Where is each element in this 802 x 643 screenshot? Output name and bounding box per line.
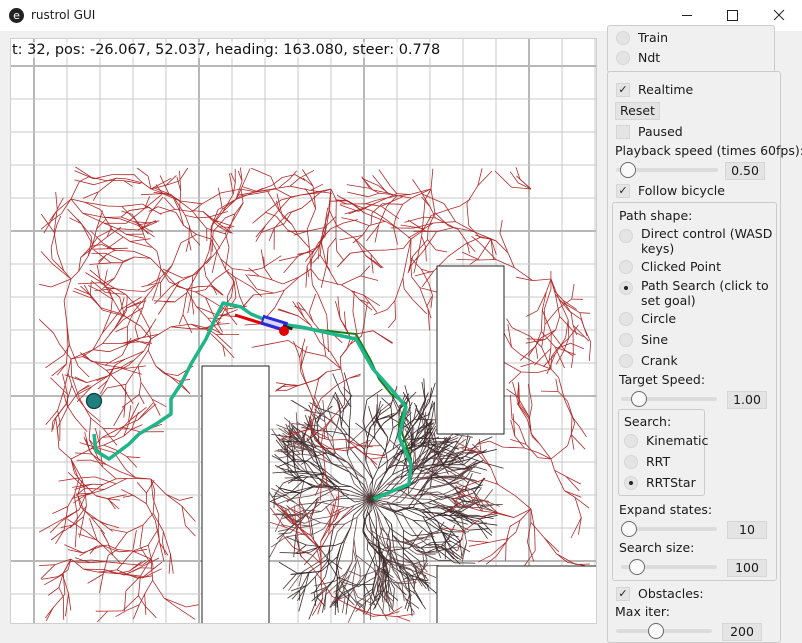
path-option-label: Circle [641,311,676,326]
max-iter-value[interactable]: 200 [722,623,762,641]
slider-thumb[interactable] [621,521,637,537]
path-option-label: Path Search (click to set goal) [641,278,781,308]
search-title: Search: [624,414,671,429]
obstacle-lower-right [437,566,596,623]
radio-icon [619,354,633,368]
slider-track [616,629,712,633]
path-option-label: Sine [641,332,668,347]
path-option-crank[interactable]: Crank [619,353,678,368]
follow-bicycle-checkbox[interactable]: ✓ Follow bicycle [616,183,725,198]
obstacle-upper-right [437,266,504,434]
mode-group: Train Ndt [607,25,775,73]
control-panel: Train Ndt ✓ Realtime Reset Paused Playbac… [597,31,802,632]
reset-button[interactable]: Reset [615,102,660,120]
search-size-value[interactable]: 100 [727,559,767,577]
slider-thumb[interactable] [648,623,664,639]
radio-icon [624,455,638,469]
playback-value[interactable]: 0.50 [725,162,765,180]
path-option-path-search[interactable]: Path Search (click to set goal) [619,278,781,308]
mode-option-label: Ndt [638,50,660,65]
paused-checkbox[interactable]: Paused [616,124,683,139]
playback-slider[interactable] [616,162,718,178]
path-option-label: Clicked Point [641,259,721,274]
path-option-sine[interactable]: Sine [619,332,668,347]
checkbox-icon [616,125,630,139]
status-text: t: 32, pos: -26.067, 52.037, heading: 16… [12,42,440,58]
search-group: Search: Kinematic RRT RRTStar [618,409,705,496]
slider-thumb[interactable] [620,162,636,178]
expand-states-slider[interactable] [621,521,717,537]
playback-label: Playback speed (times 60fps): [615,143,802,158]
radio-icon [619,312,633,326]
radio-icon [616,31,630,45]
max-iter-label: Max iter: [615,604,670,619]
radio-selected-icon [624,476,638,490]
obstacles-label: Obstacles: [638,586,704,601]
path-option-label: Crank [641,353,678,368]
target-speed-value[interactable]: 1.00 [727,391,767,409]
path-option-clicked-point[interactable]: Clicked Point [619,259,721,274]
radio-selected-icon [619,281,633,295]
slider-thumb[interactable] [631,391,647,407]
search-option-rrt[interactable]: RRT [624,454,670,469]
path-shape-title: Path shape: [619,208,692,223]
app-icon: e [9,8,24,23]
window-title: rustrol GUI [31,8,95,22]
path-option-direct[interactable]: Direct control (WASD keys) [619,226,776,256]
search-option-rrtstar[interactable]: RRTStar [624,475,696,490]
obstacle-left [202,366,269,623]
goal-marker[interactable] [87,394,102,409]
search-option-kinematic[interactable]: Kinematic [624,433,708,448]
radio-icon [619,333,633,347]
obstacles-checkbox[interactable]: ✓ Obstacles: [616,586,704,601]
realtime-checkbox[interactable]: ✓ Realtime [616,82,693,97]
check-icon: ✓ [616,83,630,97]
follow-bicycle-label: Follow bicycle [638,183,725,198]
simulation-canvas[interactable]: t: 32, pos: -26.067, 52.037, heading: 16… [10,38,597,624]
path-shape-group: Path shape: Direct control (WASD keys) C… [612,202,777,581]
simulation-group: ✓Realtime Reset Paused Playback speed (t… [607,71,781,643]
radio-icon [616,51,630,65]
search-size-label: Search size: [619,540,694,555]
slider-thumb[interactable] [629,559,645,575]
radio-icon [624,434,638,448]
search-option-label: Kinematic [646,433,708,448]
radio-icon [619,229,633,243]
realtime-label: Realtime [638,82,693,97]
radio-icon [619,260,633,274]
expand-states-label: Expand states: [619,502,712,517]
paused-label: Paused [638,124,683,139]
search-option-label: RRT [646,454,670,469]
expand-states-value[interactable]: 10 [727,521,767,539]
check-icon: ✓ [616,587,630,601]
check-icon: ✓ [616,184,630,198]
mode-option-train[interactable]: Train [616,30,668,45]
target-speed-label: Target Speed: [619,372,705,387]
search-option-label: RRTStar [646,475,696,490]
search-tree [39,167,591,623]
path-option-label: Direct control (WASD keys) [641,226,776,256]
bicycle-front-wheel [279,326,289,336]
mode-option-label: Train [638,30,668,45]
scene-svg[interactable] [11,39,596,623]
target-speed-slider[interactable] [621,391,717,407]
max-iter-slider[interactable] [616,623,712,639]
mode-option-ndt[interactable]: Ndt [616,50,660,65]
grid-lines [11,39,596,623]
path-option-circle[interactable]: Circle [619,311,676,326]
search-size-slider[interactable] [621,559,717,575]
